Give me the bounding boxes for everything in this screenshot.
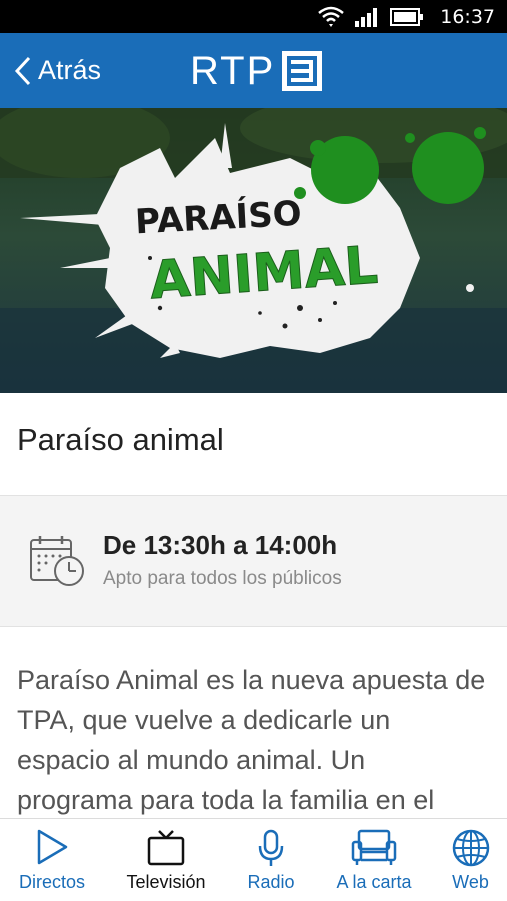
chevron-left-icon <box>14 56 31 85</box>
signal-icon <box>355 7 378 27</box>
wifi-icon <box>318 6 345 27</box>
back-label: Atrás <box>38 55 102 85</box>
calendar-clock-icon <box>30 536 84 586</box>
nav-web[interactable]: Web <box>434 819 507 901</box>
rtp-logo-icon <box>282 51 323 91</box>
app-header: Atrás RTP <box>0 33 507 108</box>
hero-illustration: PARAÍSO ANIMAL <box>0 108 507 393</box>
nav-radio[interactable]: Radio <box>228 819 314 901</box>
nav-label-directos: Directos <box>18 872 86 892</box>
nav-label-web: Web <box>452 872 489 892</box>
nav-directos[interactable]: Directos <box>0 819 104 901</box>
schedule-time: De 13:30h a 14:00h <box>103 530 338 560</box>
program-hero-image: PARAÍSO ANIMAL <box>0 108 507 393</box>
bottom-nav: Directos Televisión Radio A la carta Web <box>0 818 507 900</box>
play-icon <box>37 829 68 865</box>
nav-television[interactable]: Televisión <box>104 819 228 901</box>
globe-icon <box>452 829 489 867</box>
rtp-logo: RTP <box>190 49 323 93</box>
status-time: 16:37 <box>440 5 495 28</box>
program-description: Paraíso Animal es la nueva apuesta de TP… <box>17 665 486 815</box>
back-button[interactable]: Atrás <box>14 33 101 108</box>
tv-icon <box>147 830 185 866</box>
battery-icon <box>390 7 424 26</box>
nav-label-a-la-carta: A la carta <box>336 872 412 892</box>
logo-text: RTP <box>190 48 276 93</box>
status-bar: 16:37 <box>0 0 507 33</box>
sofa-icon <box>351 829 397 865</box>
nav-a-la-carta[interactable]: A la carta <box>314 819 434 901</box>
nav-label-television: Televisión <box>126 872 206 892</box>
microphone-icon <box>258 829 284 866</box>
hero-logo-line1: PARAÍSO <box>134 193 303 243</box>
program-title: Paraíso animal <box>17 422 224 457</box>
schedule-box: De 13:30h a 14:00h Apto para todos los p… <box>0 495 507 627</box>
nav-label-radio: Radio <box>247 872 295 892</box>
age-rating: Apto para todos los públicos <box>103 568 342 589</box>
